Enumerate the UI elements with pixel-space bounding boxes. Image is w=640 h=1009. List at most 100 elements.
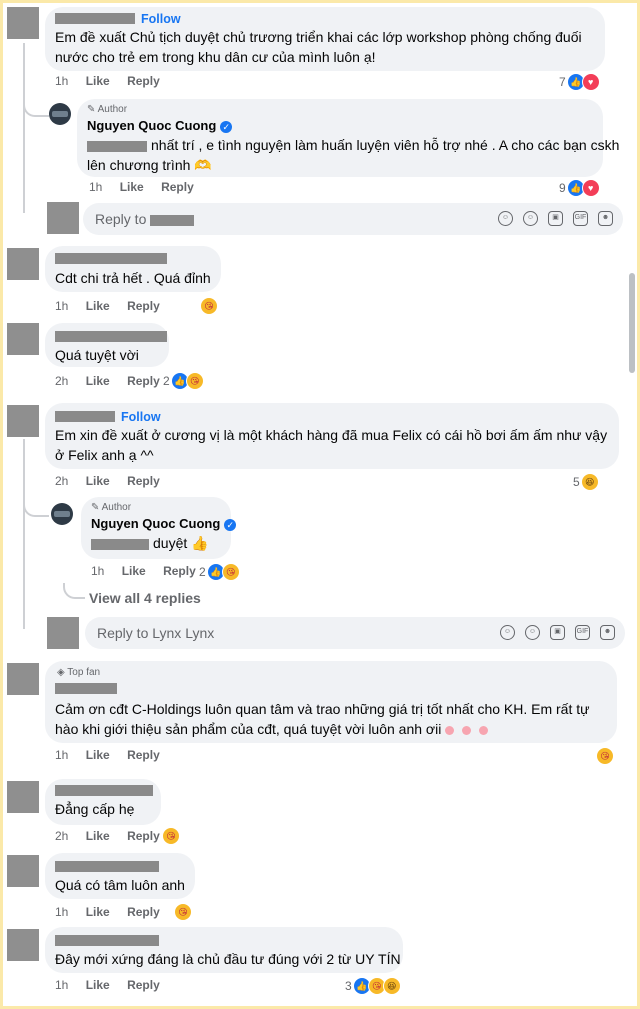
comment-text: hào khi giới thiệu sản phẩm của cđt, quá… — [55, 719, 492, 739]
reply-link[interactable]: Reply — [127, 299, 160, 313]
like-link[interactable]: Like — [86, 829, 110, 843]
emoji-icon[interactable]: ☺ — [525, 625, 540, 640]
avatar[interactable] — [49, 103, 71, 125]
comment-meta: 1h Like Reply — [91, 564, 210, 578]
avatar[interactable] — [7, 405, 39, 437]
comment-meta: 1h Like Reply — [55, 978, 174, 992]
reaction-count: 3 — [345, 979, 352, 993]
author-name[interactable]: Nguyen Quoc Cuong ✓ — [91, 516, 237, 531]
like-link[interactable]: Like — [120, 180, 144, 194]
avatar[interactable] — [47, 617, 79, 649]
reply-link[interactable]: Reply — [127, 829, 160, 843]
emoji-icon[interactable]: ☺ — [523, 211, 538, 226]
thread-connector — [23, 495, 49, 517]
reply-link[interactable]: Reply — [127, 905, 160, 919]
care-icon: 😘 — [162, 827, 180, 845]
reaction-summary[interactable]: 7 👍 ♥ — [559, 73, 600, 91]
avatar-sticker-icon[interactable]: ☺ — [500, 625, 515, 640]
avatar[interactable] — [7, 929, 39, 961]
like-link[interactable]: Like — [86, 905, 110, 919]
composer-tools: ☺ ☺ ▣ GIF ☻ — [498, 211, 613, 226]
comment-text: lên chương trình 🫶 — [87, 157, 212, 173]
reaction-summary[interactable]: 3 👍 😘 😆 — [345, 977, 401, 995]
comment-meta: 1h Like Reply — [55, 748, 174, 762]
reaction-summary[interactable]: 5 😆 — [573, 473, 599, 491]
like-link[interactable]: Like — [86, 978, 110, 992]
reply-link[interactable]: Reply — [127, 748, 160, 762]
timestamp: 1h — [55, 748, 69, 762]
avatar[interactable] — [7, 855, 39, 887]
author-label: ✎ Author — [91, 502, 132, 513]
comment-bubble: Đây mới xứng đáng là chủ đầu tư đúng với… — [45, 927, 403, 973]
timestamp: 2h — [55, 374, 69, 388]
comment-text: Cdt chi trả hết . Quá đỉnh — [55, 270, 211, 286]
like-link[interactable]: Like — [86, 74, 110, 88]
reply-input[interactable]: Reply to ☺ ☺ ▣ GIF ☻ — [83, 203, 623, 235]
avatar[interactable] — [7, 7, 39, 39]
comment-meta: 1h Like Reply — [55, 299, 174, 313]
composer-tools: ☺ ☺ ▣ GIF ☻ — [500, 625, 615, 640]
reaction-summary[interactable]: 2 👍 😘 — [199, 563, 240, 581]
reaction-summary[interactable]: 9 👍 ♥ — [559, 179, 600, 197]
camera-icon[interactable]: ▣ — [548, 211, 563, 226]
timestamp: 1h — [91, 564, 105, 578]
follow-button[interactable]: Follow — [141, 12, 181, 26]
author-name[interactable]: Nguyen Quoc Cuong ✓ — [87, 118, 233, 133]
sticker-icon[interactable]: ☻ — [600, 625, 615, 640]
timestamp: 2h — [55, 829, 69, 843]
reply-link[interactable]: Reply — [127, 74, 160, 88]
reaction-count: 5 — [573, 475, 580, 489]
view-all-replies-link[interactable]: View all 4 replies — [89, 590, 201, 606]
reply-link[interactable]: Reply — [127, 978, 160, 992]
thread-connector — [23, 95, 49, 117]
like-link[interactable]: Like — [122, 564, 146, 578]
sticker-icon[interactable]: ☻ — [598, 211, 613, 226]
sparkle-emoji — [445, 725, 455, 735]
comment-text: ở Felix anh ạ ^^ — [55, 447, 154, 463]
comment-meta: 2h Like Reply — [55, 829, 174, 843]
redacted-name — [55, 785, 153, 796]
author-label: ✎ Author — [87, 104, 128, 115]
camera-icon[interactable]: ▣ — [550, 625, 565, 640]
avatar[interactable] — [47, 202, 79, 234]
avatar[interactable] — [7, 781, 39, 813]
comment-bubble: Quá tuyệt vời — [45, 323, 169, 367]
gif-icon[interactable]: GIF — [575, 625, 590, 640]
avatar-sticker-icon[interactable]: ☺ — [498, 211, 513, 226]
reply-link[interactable]: Reply — [163, 564, 196, 578]
timestamp: 1h — [55, 978, 69, 992]
like-link[interactable]: Like — [86, 474, 110, 488]
reply-bubble: ✎ Author Nguyen Quoc Cuong ✓ nhất trí , e… — [77, 99, 619, 177]
follow-button[interactable]: Follow — [121, 410, 161, 424]
gif-icon[interactable]: GIF — [573, 211, 588, 226]
reaction-summary[interactable]: 😘 — [174, 903, 192, 921]
avatar[interactable] — [7, 663, 39, 695]
reply-link[interactable]: Reply — [127, 374, 160, 388]
care-icon: 😘 — [185, 372, 204, 390]
reply-placeholder: Reply to — [95, 211, 195, 227]
reaction-count: 2 — [199, 565, 206, 579]
like-link[interactable]: Like — [86, 374, 110, 388]
avatar[interactable] — [7, 248, 39, 280]
comment-text: nước cho trẻ em trong khu dân cư của mìn… — [55, 49, 376, 65]
redacted-name — [55, 935, 159, 946]
verified-icon: ✓ — [220, 120, 233, 133]
reaction-summary[interactable]: 😘 — [596, 747, 614, 765]
care-icon: 😘 — [200, 297, 218, 315]
reaction-summary[interactable]: 😘 — [200, 297, 218, 315]
scrollbar-thumb[interactable] — [629, 273, 635, 373]
reply-link[interactable]: Reply — [161, 180, 194, 194]
avatar[interactable] — [51, 503, 73, 525]
comment-bubble: ◈ Top fan Cảm ơn cđt C-Holdings luôn qua… — [45, 661, 617, 743]
like-link[interactable]: Like — [86, 299, 110, 313]
redacted-name — [55, 253, 167, 264]
reply-input[interactable]: Reply to Lynx Lynx ☺ ☺ ▣ GIF ☻ — [85, 617, 625, 649]
avatar[interactable] — [7, 323, 39, 355]
reply-link[interactable]: Reply — [127, 474, 160, 488]
like-link[interactable]: Like — [86, 748, 110, 762]
comment-text: Đẳng cấp hẹ — [55, 801, 135, 817]
reaction-summary[interactable]: 2 👍 😘 — [163, 372, 204, 390]
reaction-summary[interactable]: 😘 — [162, 827, 180, 845]
comment-meta: 1h Like Reply — [55, 905, 174, 919]
comment-text: Quá có tâm luôn anh — [55, 877, 185, 893]
